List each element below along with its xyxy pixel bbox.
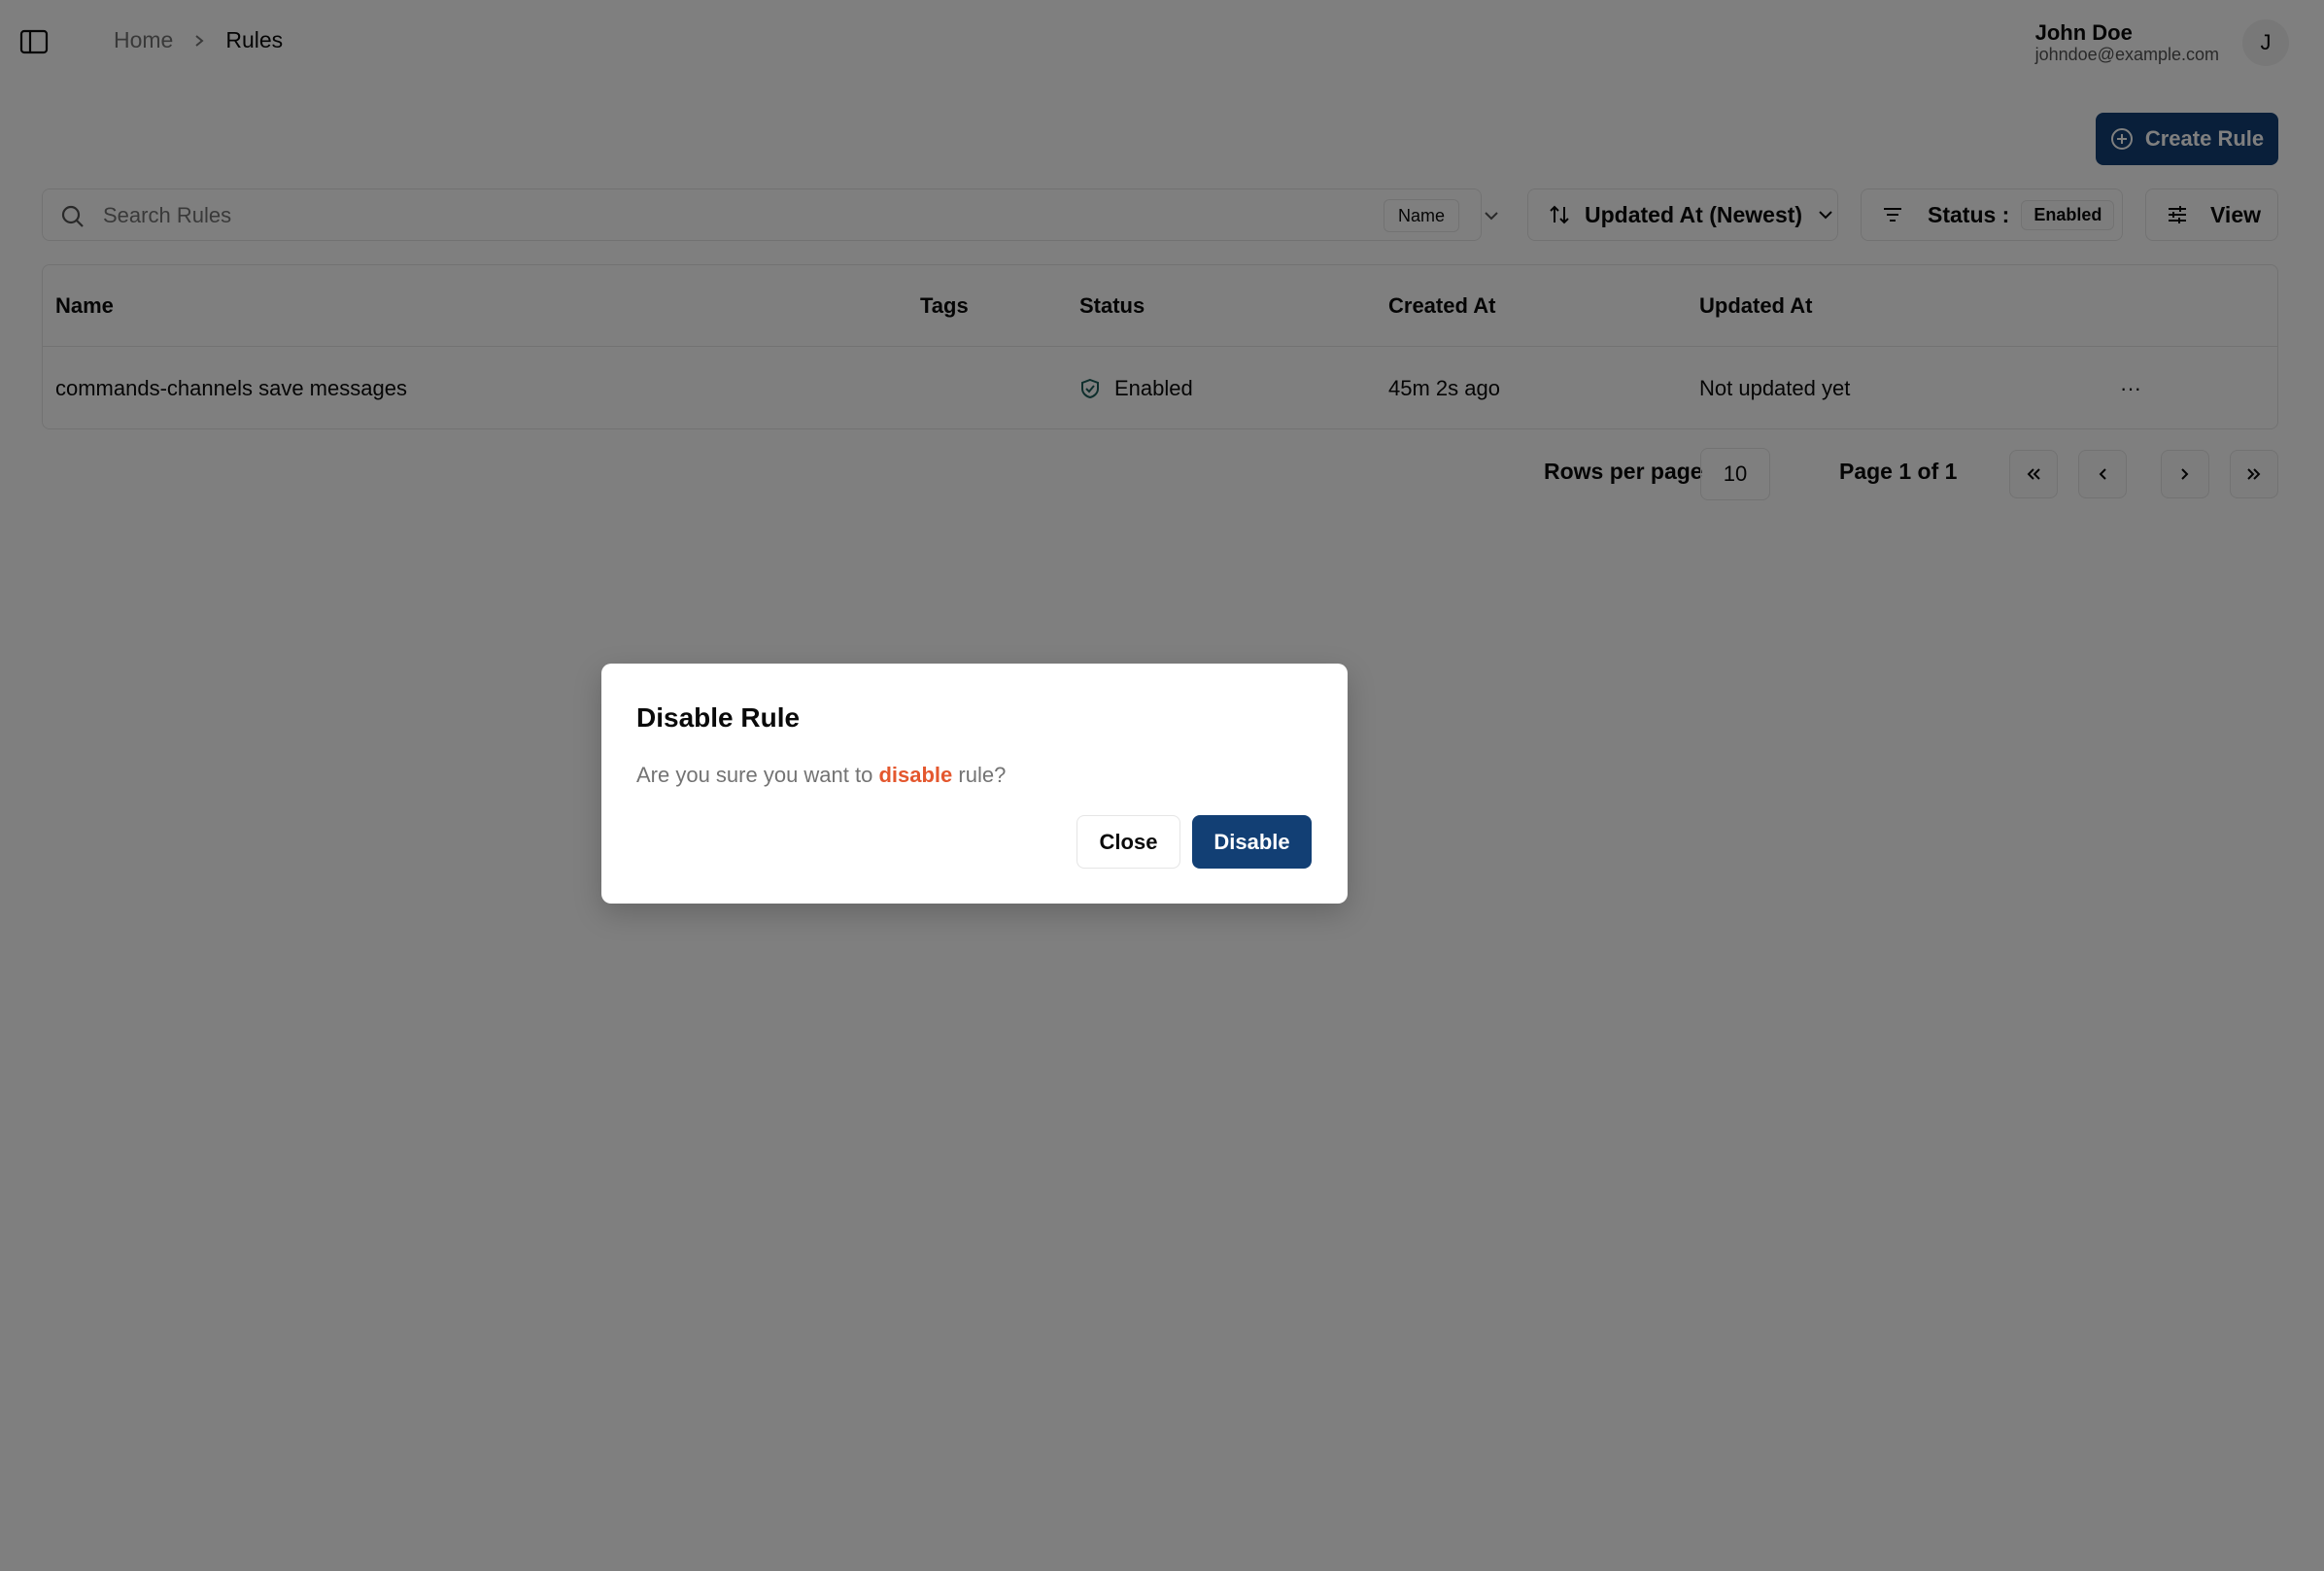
dialog-title: Disable Rule: [636, 702, 801, 733]
disable-button[interactable]: Disable: [1192, 815, 1312, 869]
dialog-text-before: Are you sure you want to: [636, 763, 879, 787]
dialog-message: Are you sure you want to disable rule?: [636, 763, 1006, 788]
disable-rule-dialog: Disable Rule Are you sure you want to di…: [601, 664, 1348, 904]
close-button[interactable]: Close: [1077, 815, 1180, 869]
dialog-text-after: rule?: [952, 763, 1007, 787]
rules-page: Home Rules John Doe johndoe@example.com …: [0, 0, 2324, 1571]
dialog-text-emphasis: disable: [878, 763, 953, 787]
